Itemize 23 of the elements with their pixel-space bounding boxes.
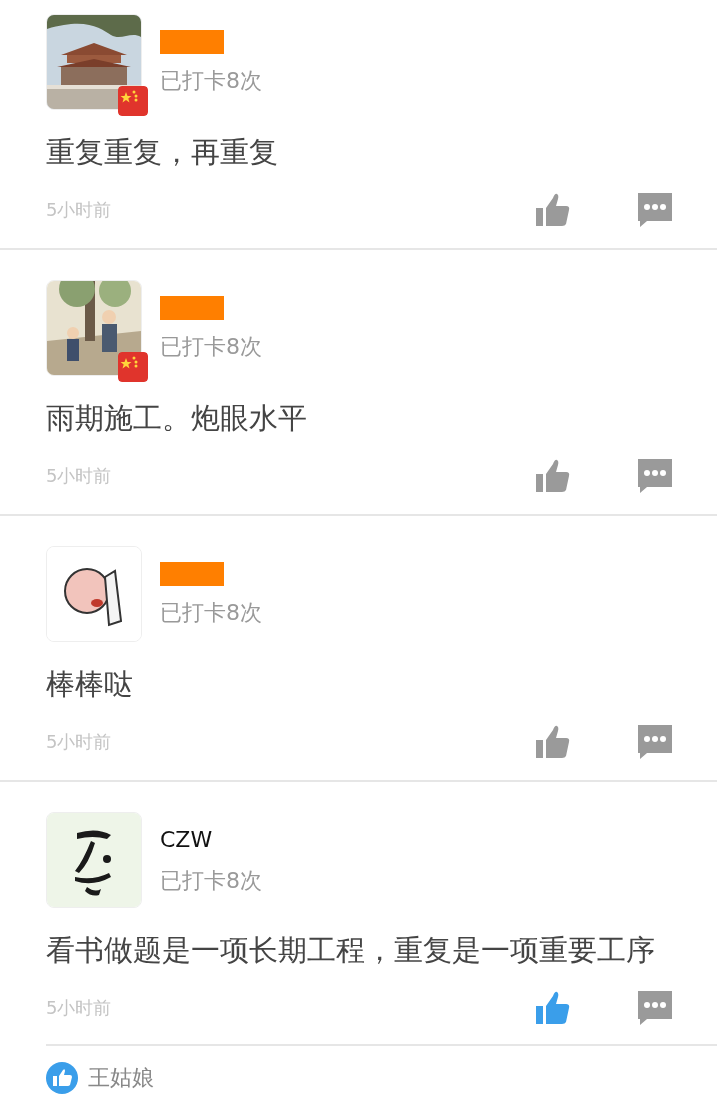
thumbs-up-icon[interactable] xyxy=(535,192,571,228)
comment-icon[interactable] xyxy=(637,724,673,760)
thumbs-up-icon xyxy=(46,1062,78,1094)
checkin-count: 已打卡8次 xyxy=(160,67,262,95)
checkin-count: 已打卡8次 xyxy=(160,599,262,627)
timestamp: 5小时前 xyxy=(46,464,113,488)
post-text: 看书做题是一项长期工程，重复是一项重要工序 xyxy=(46,932,656,969)
thumbs-up-icon[interactable] xyxy=(535,990,571,1026)
timestamp: 5小时前 xyxy=(46,730,113,754)
thumbs-up-icon[interactable] xyxy=(535,724,571,760)
timestamp: 5小时前 xyxy=(46,996,113,1020)
user-name[interactable]: CZW xyxy=(160,826,262,854)
checkin-count: 已打卡8次 xyxy=(160,333,262,361)
comment-icon[interactable] xyxy=(637,458,673,494)
checkin-count: 已打卡8次 xyxy=(160,867,262,895)
comment-icon[interactable] xyxy=(637,192,673,228)
comment-icon[interactable] xyxy=(637,990,673,1026)
post-text: 雨期施工。炮眼水平 xyxy=(46,400,308,437)
liker-name[interactable]: 王姑娘 xyxy=(88,1063,154,1093)
post-text: 重复重复，再重复 xyxy=(46,134,279,171)
thumbs-up-icon[interactable] xyxy=(535,458,571,494)
timestamp: 5小时前 xyxy=(46,198,113,222)
post-text: 棒棒哒 xyxy=(46,666,134,703)
